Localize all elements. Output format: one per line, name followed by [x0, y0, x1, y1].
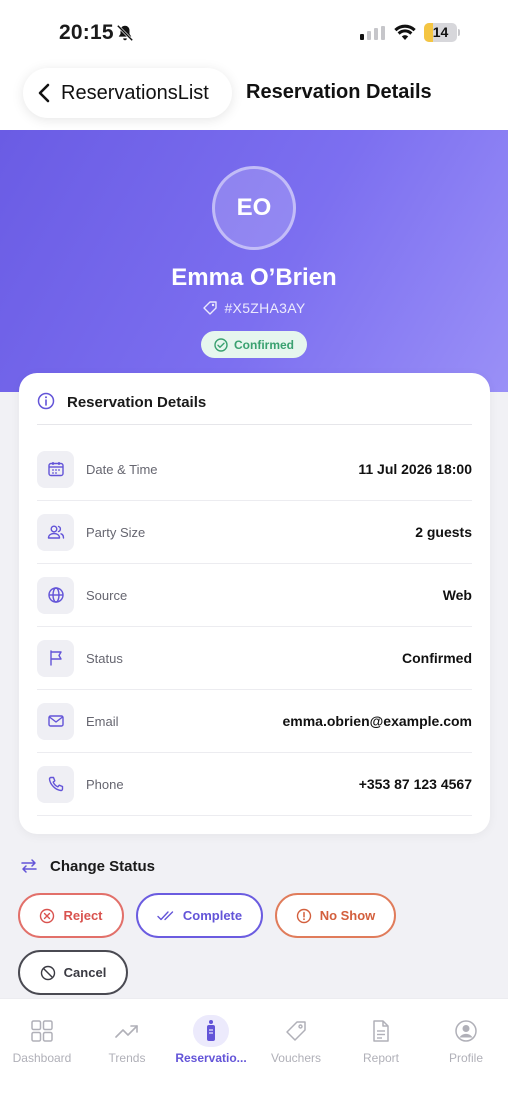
- info-icon: [37, 392, 55, 410]
- tab-label: Report: [362, 1051, 400, 1065]
- mail-icon: [47, 715, 64, 727]
- bell-muted-icon: [116, 24, 134, 42]
- document-icon: [373, 1020, 389, 1042]
- detail-label: Party Size: [86, 524, 146, 540]
- signal-icon: [360, 26, 385, 40]
- change-status-title: Change Status: [50, 857, 156, 875]
- change-status-heading: Change Status: [20, 857, 155, 875]
- detail-label: Date & Time: [86, 461, 158, 477]
- detail-value: Confirmed: [402, 650, 472, 666]
- detail-value: 2 guests: [415, 524, 472, 540]
- swap-icon: [21, 859, 37, 873]
- no-show-button[interactable]: No Show: [275, 893, 396, 938]
- ticket-icon: [203, 301, 218, 315]
- back-button[interactable]: ReservationsList: [23, 68, 232, 118]
- detail-value[interactable]: +353 87 123 4567: [359, 776, 472, 792]
- wifi-icon: [394, 24, 416, 40]
- tab-profile[interactable]: Profile: [424, 1015, 508, 1065]
- calendar-icon: [47, 462, 64, 477]
- reject-button-label: Reject: [63, 908, 103, 923]
- no-show-button-label: No Show: [319, 908, 376, 923]
- avatar: EO: [212, 166, 296, 250]
- back-button-label: ReservationsList: [61, 81, 209, 104]
- profile-icon: [455, 1020, 477, 1042]
- page-title: Reservation Details: [246, 81, 432, 103]
- detail-value[interactable]: emma.obrien@example.com: [283, 713, 473, 729]
- status-badge-label: Confirmed: [234, 337, 294, 352]
- detail-row-source: Source Web: [37, 564, 472, 627]
- trend-icon: [115, 1025, 138, 1038]
- detail-value: 11 Jul 2026 18:00: [358, 461, 472, 477]
- x-circle-icon: [40, 908, 55, 923]
- globe-icon: [47, 587, 64, 603]
- tab-trends[interactable]: Trends: [85, 1015, 169, 1065]
- reject-button[interactable]: Reject: [18, 893, 124, 938]
- alert-circle-icon: [296, 908, 311, 923]
- battery-percent: 14: [432, 24, 449, 40]
- reservation-details-card: Reservation Details Date & Time 11 Jul 2…: [19, 373, 490, 834]
- tag-icon: [286, 1021, 306, 1041]
- detail-row-date-time: Date & Time 11 Jul 2026 18:00: [37, 438, 472, 501]
- detail-row-status: Status Confirmed: [37, 627, 472, 690]
- complete-button-label: Complete: [182, 908, 243, 923]
- guest-hero: EO Emma O’Brien #X5ZHA3AY Confirmed: [0, 130, 508, 392]
- tab-dashboard[interactable]: Dashboard: [0, 1015, 84, 1065]
- detail-row-email: Email emma.obrien@example.com: [37, 690, 472, 753]
- detail-value: Web: [442, 587, 472, 603]
- tab-vouchers[interactable]: Vouchers: [254, 1015, 338, 1065]
- detail-label: Phone: [86, 776, 124, 792]
- card-title: Reservation Details: [67, 394, 207, 411]
- tab-label: Reservatio...: [175, 1051, 247, 1065]
- cancel-button-label: Cancel: [63, 965, 107, 980]
- detail-row-phone: Phone +353 87 123 4567: [37, 753, 472, 816]
- detail-label: Source: [86, 587, 128, 603]
- tab-report[interactable]: Report: [339, 1015, 423, 1065]
- chevron-left-icon: [38, 83, 50, 103]
- status-time: 20:15: [59, 21, 114, 44]
- tab-reservations[interactable]: Reservatio...: [169, 1015, 253, 1065]
- tab-label: Profile: [448, 1051, 483, 1065]
- check-circle-icon: [214, 337, 228, 352]
- reservation-icon: [207, 1020, 215, 1041]
- tab-label: Vouchers: [270, 1051, 322, 1065]
- users-icon: [47, 525, 64, 539]
- cancel-button[interactable]: Cancel: [18, 950, 128, 995]
- reference-code: #X5ZHA3AY: [224, 300, 306, 316]
- grid-icon: [31, 1020, 53, 1042]
- detail-label: Email: [86, 713, 119, 729]
- tab-label: Dashboard: [12, 1051, 72, 1065]
- tab-label: Trends: [108, 1051, 146, 1065]
- flag-icon: [49, 650, 62, 666]
- detail-row-party-size: Party Size 2 guests: [37, 501, 472, 564]
- reservation-reference: #X5ZHA3AY: [0, 300, 508, 316]
- status-badge: Confirmed: [201, 331, 307, 358]
- top-bar: 20:15 14 ReservationsList Reservation De…: [0, 0, 508, 131]
- card-header: Reservation Details: [37, 392, 472, 425]
- battery-indicator: 14: [424, 23, 460, 42]
- guest-name: Emma O’Brien: [171, 264, 337, 291]
- phone-icon: [48, 776, 63, 792]
- complete-button[interactable]: Complete: [136, 893, 263, 938]
- double-check-icon: [157, 910, 174, 920]
- tab-bar: Dashboard Trends Reservatio... Vouchers …: [0, 998, 508, 1100]
- ban-icon: [40, 965, 55, 980]
- detail-label: Status: [86, 650, 123, 666]
